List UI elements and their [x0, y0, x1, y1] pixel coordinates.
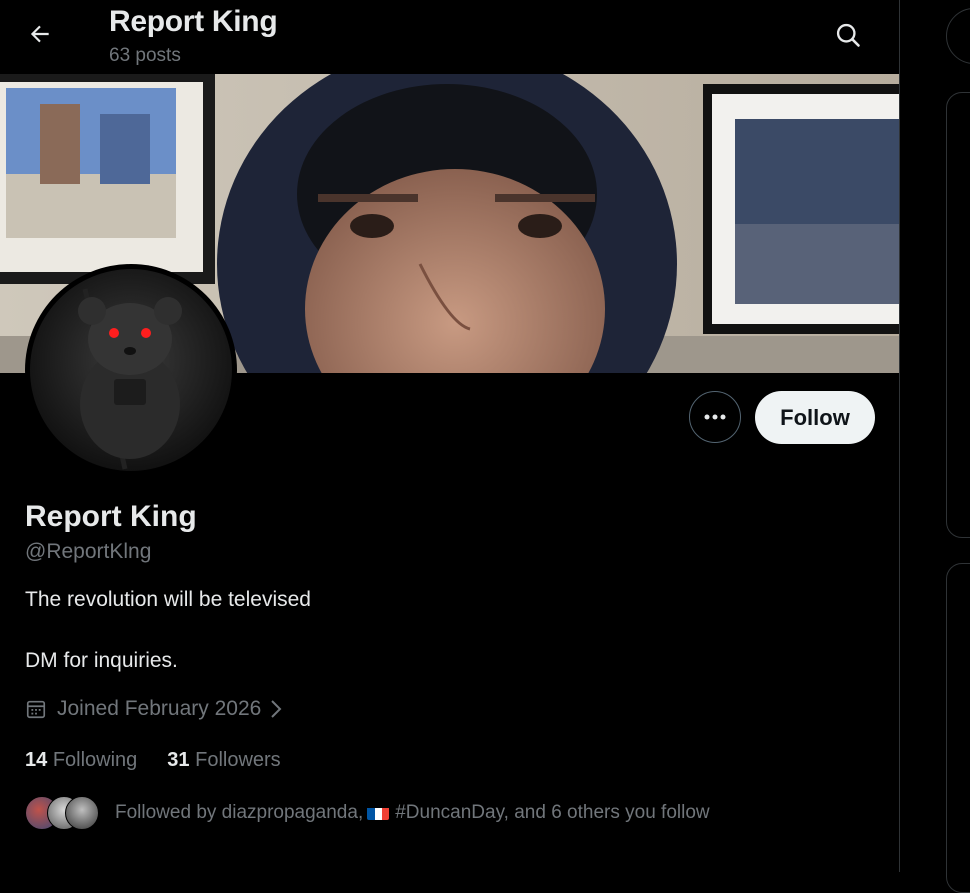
follow-button[interactable]: Follow: [755, 391, 875, 444]
sidebar-card: [946, 563, 970, 893]
joined-date[interactable]: Joined February 2026: [25, 697, 283, 721]
sidebar-search-box[interactable]: [946, 8, 970, 64]
back-button[interactable]: [18, 14, 62, 54]
followers-count: 31: [167, 749, 190, 771]
more-icon: [704, 414, 726, 420]
following-count: 14: [25, 749, 48, 771]
joined-label: Joined February 2026: [57, 697, 262, 720]
mutual-avatars: [25, 796, 99, 830]
profile-bio-line-1: The revolution will be televised: [25, 588, 311, 611]
header-post-count: 63 posts: [109, 45, 181, 66]
followers-you-know[interactable]: Followed by diazpropaganda, #DuncanDay, …: [25, 796, 710, 830]
chevron-right-icon: [269, 699, 283, 719]
followed-by-text-suffix: #DuncanDay, and 6 others you follow: [395, 802, 710, 823]
france-flag-icon: [367, 806, 390, 820]
search-button[interactable]: [826, 13, 870, 57]
profile-name: Report King: [25, 500, 197, 533]
profile-header: Report King 63 posts: [0, 0, 899, 74]
header-title: Report King: [109, 5, 278, 38]
search-icon: [836, 23, 860, 47]
calendar-icon: [25, 698, 47, 720]
arrow-left-icon: [30, 25, 49, 43]
profile-main-column: Report King 63 posts Follow Report King …: [0, 0, 899, 872]
followers-label: Followers: [195, 749, 281, 771]
following-link[interactable]: 14 Following: [25, 749, 137, 772]
profile-avatar[interactable]: [25, 264, 237, 476]
followed-by-text-prefix: Followed by diazpropaganda,: [115, 802, 364, 823]
followers-link[interactable]: 31 Followers: [167, 749, 280, 772]
column-divider: [899, 0, 900, 872]
mutual-avatar: [65, 796, 99, 830]
profile-handle: @ReportKlng: [25, 540, 152, 563]
sidebar-card: [946, 92, 970, 538]
profile-bio-line-2: DM for inquiries.: [25, 649, 178, 672]
follow-stats: 14 Following 31 Followers: [25, 749, 311, 772]
more-options-button[interactable]: [689, 391, 741, 443]
following-label: Following: [52, 749, 138, 771]
